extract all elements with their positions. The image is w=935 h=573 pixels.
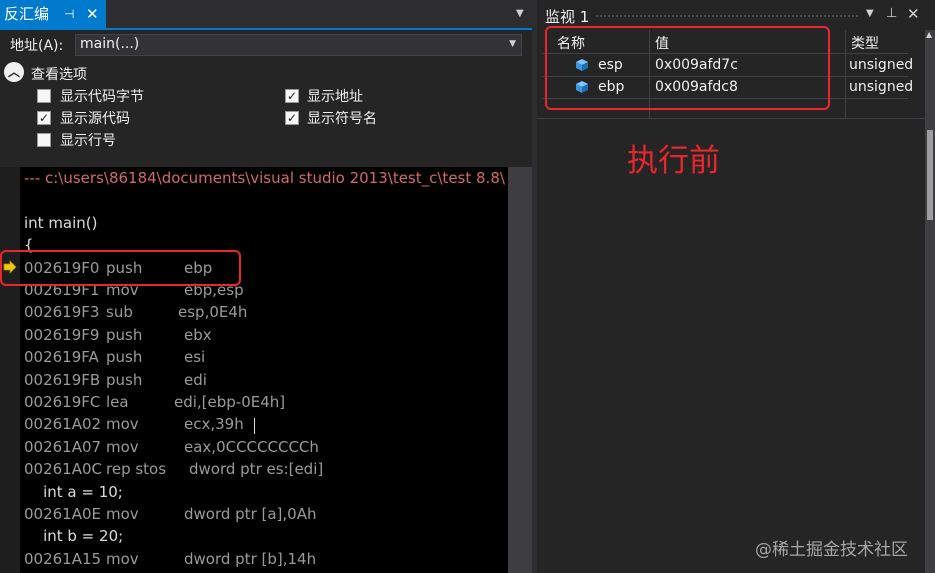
disassembly-code[interactable]: --- c:\users\86184\documents\visual stud… xyxy=(0,167,508,573)
asm-line: 00261A15 mov dword ptr [b],14h xyxy=(24,549,316,568)
asm-operands: esi xyxy=(184,348,206,367)
option-label: 显示符号名 xyxy=(307,111,377,127)
asm-line: 00261A0C rep stos dword ptr es:[edi] xyxy=(24,460,323,479)
asm-line: 002619FA push esi xyxy=(24,348,205,367)
code-header-comment: --- c:\users\86184\documents\visual stud… xyxy=(24,169,505,187)
asm-line: 00261A07 mov eax,0CCCCCCCCh xyxy=(24,437,319,456)
watch-title: 监视 1 xyxy=(545,8,590,26)
asm-operands: dword ptr [a],0Ah xyxy=(184,505,317,523)
view-options-title: 查看选项 xyxy=(31,67,87,83)
asm-line: 002619F9 push ebx xyxy=(24,325,212,344)
asm-address: 002619FA xyxy=(24,348,99,367)
close-icon[interactable]: ✕ xyxy=(907,5,920,23)
checkbox-show-source[interactable]: ✓ xyxy=(37,111,51,125)
text-cursor xyxy=(254,418,255,434)
dropdown-icon[interactable]: ▼ xyxy=(866,8,874,19)
option-label: 显示行号 xyxy=(60,133,116,149)
asm-operands: eax,0CCCCCCCCh xyxy=(184,437,319,456)
asm-address: 00261A15 xyxy=(24,549,102,568)
asm-opcode: push xyxy=(106,348,143,367)
asm-address: 002619FB xyxy=(24,370,101,389)
asm-opcode: sub xyxy=(106,303,133,322)
asm-address: 00261A07 xyxy=(24,437,102,456)
option-label: 显示源代码 xyxy=(60,111,130,127)
annotation-text: 执行前 xyxy=(627,143,720,179)
asm-operands: ebx xyxy=(184,325,212,344)
address-combo[interactable]: main(...) ▼ xyxy=(75,34,522,56)
address-value: main(...) xyxy=(80,36,140,52)
checkbox-show-line-numbers[interactable] xyxy=(37,133,51,147)
disassembly-tab-bar: 反汇编 ⊣ ✕ ▼ xyxy=(0,0,532,30)
asm-address: 00261A0C xyxy=(24,460,102,479)
column-type[interactable]: 类型 xyxy=(851,33,879,53)
source-line: int b = 20; xyxy=(24,527,124,546)
asm-operands: ecx,39h xyxy=(184,415,244,434)
asm-address: 002619FC xyxy=(24,393,101,411)
code-scrollbar[interactable] xyxy=(508,167,532,573)
scroll-thumb[interactable] xyxy=(927,130,933,220)
asm-line: 002619FC lea edi,[ebp-0E4h] xyxy=(24,393,285,411)
pin-icon[interactable]: ⊣ xyxy=(64,0,74,28)
asm-opcode: push xyxy=(106,325,143,344)
close-icon[interactable]: ✕ xyxy=(86,0,99,28)
watermark: @稀土掘金技术社区 xyxy=(755,540,908,560)
highlight-watch-values xyxy=(545,26,830,110)
asm-line: 00261A02 mov ecx,39h xyxy=(24,415,244,434)
asm-opcode: mov xyxy=(106,505,139,523)
scroll-thumb[interactable] xyxy=(516,167,524,573)
option-label: 显示地址 xyxy=(307,89,363,105)
asm-opcode: mov xyxy=(106,549,139,568)
column-divider[interactable] xyxy=(845,30,846,118)
asm-opcode: rep stos xyxy=(106,460,167,479)
tab-title: 反汇编 xyxy=(4,5,50,23)
asm-address: 00261A0E xyxy=(24,505,101,523)
asm-line: 002619FB push edi xyxy=(24,370,207,389)
checkbox-show-address[interactable]: ✓ xyxy=(285,89,299,103)
asm-opcode: lea xyxy=(106,393,129,411)
asm-operands: edi xyxy=(184,370,207,389)
pin-icon[interactable]: ⊥ xyxy=(886,6,897,21)
asm-operands: dword ptr es:[edi] xyxy=(189,460,324,479)
checkbox-show-symbols[interactable]: ✓ xyxy=(285,111,299,125)
asm-address: 002619F9 xyxy=(24,325,100,344)
tab-disassembly[interactable]: 反汇编 ⊣ ✕ xyxy=(0,0,106,28)
title-grip xyxy=(595,14,860,18)
watch-scrollbar[interactable]: ▲ xyxy=(925,30,935,573)
asm-address: 002619F3 xyxy=(24,303,100,322)
checkbox-show-code-bytes[interactable] xyxy=(37,89,51,103)
option-label: 显示代码字节 xyxy=(60,89,144,105)
scroll-up-icon[interactable]: ▲ xyxy=(926,30,932,39)
source-line: int main() xyxy=(24,213,98,232)
chevron-down-icon[interactable]: ▼ xyxy=(509,39,516,49)
asm-opcode: mov xyxy=(106,415,139,434)
asm-opcode: mov xyxy=(106,437,139,456)
asm-opcode: push xyxy=(106,370,143,389)
watch-row-type: unsigned xyxy=(849,57,914,73)
watch-row-type: unsigned xyxy=(849,79,914,95)
asm-operands: esp,0E4h xyxy=(178,303,248,322)
asm-line: 002619F3 sub esp,0E4h xyxy=(24,303,247,322)
grid-bottom-border xyxy=(537,118,925,119)
highlight-current-instruction xyxy=(0,250,241,286)
asm-operands: edi,[ebp-0E4h] xyxy=(174,393,286,411)
asm-operands: dword ptr [b],14h xyxy=(184,549,317,568)
collapse-icon[interactable]: ︿ xyxy=(4,62,24,82)
asm-line: 00261A0E mov dword ptr [a],0Ah xyxy=(24,505,316,523)
asm-address: 00261A02 xyxy=(24,415,102,434)
tab-dropdown-icon[interactable]: ▼ xyxy=(516,8,524,19)
code-margin xyxy=(0,167,20,573)
address-label: 地址(A): xyxy=(10,38,64,54)
source-line: int a = 10; xyxy=(24,482,123,501)
